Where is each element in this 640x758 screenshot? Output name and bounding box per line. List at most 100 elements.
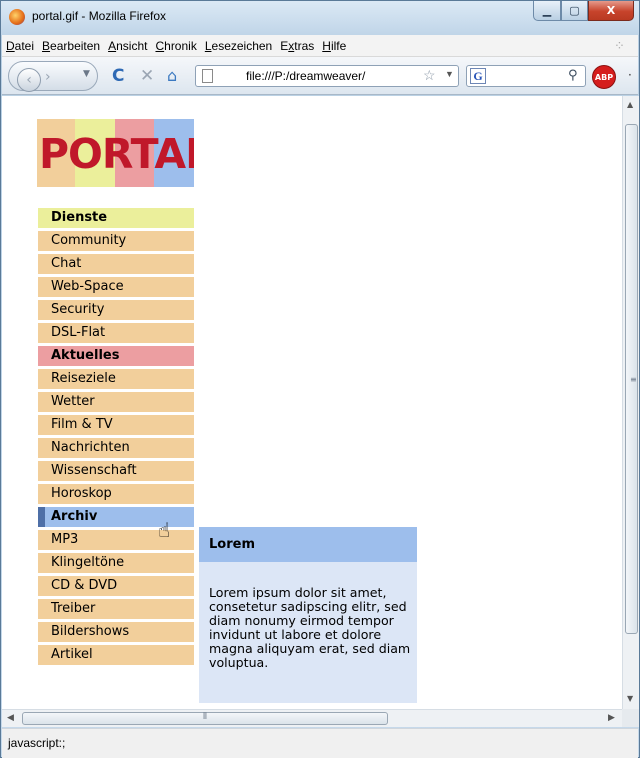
back-forward-group: ‹ › ▼ (8, 61, 98, 92)
status-bar: javascript:; (2, 728, 638, 758)
menu-label: Nachrichten (51, 440, 130, 455)
maximize-button[interactable]: ▢ (561, 1, 588, 21)
url-bar[interactable]: file:///P:/dreamweaver/ ☆ ▼ (195, 65, 459, 87)
menu-link[interactable]: DSL-Flat (38, 323, 194, 343)
menu-label: Community (51, 233, 127, 248)
search-bar[interactable]: G ⚲ (466, 65, 586, 87)
menu-item-text: ilfe (330, 38, 347, 53)
scroll-right-icon[interactable]: ▶ (608, 713, 615, 723)
scroll-up-icon[interactable]: ▲ (627, 100, 633, 109)
history-dropdown-icon[interactable]: ▼ (83, 69, 90, 79)
menu-link[interactable]: Treiber (38, 599, 194, 619)
vertical-scroll-thumb[interactable]: ≡ (625, 124, 638, 634)
close-button[interactable]: X (588, 1, 634, 21)
menu-link[interactable]: Web-Space (38, 277, 194, 297)
menu-item-text: atei (14, 38, 35, 53)
browser-window: portal.gif - Mozilla Firefox ▁ ▢ X Datei… (0, 0, 640, 758)
menu-item-accel: C (155, 38, 165, 53)
menu-item[interactable]: Extras (280, 39, 314, 53)
adblock-plus-button[interactable]: ABP (592, 65, 616, 89)
logo-text: PORTAL (39, 130, 194, 178)
menu-link[interactable]: Chat (38, 254, 194, 274)
menu-link[interactable]: Klingeltöne (38, 553, 194, 573)
status-text: javascript:; (8, 736, 66, 750)
menu-link[interactable]: Artikel (38, 645, 194, 665)
menu-label: MP3 (51, 532, 79, 547)
menu-label: Artikel (51, 647, 93, 662)
menu-category[interactable]: Archiv (38, 507, 194, 527)
lorem-title: Lorem (199, 527, 417, 562)
menu-link[interactable]: Bildershows (38, 622, 194, 642)
menu-label: Chat (51, 256, 82, 271)
menu-bar: Datei Bearbeiten Ansicht Chronik Lesezeichen… (2, 35, 638, 57)
menu-item-accel: L (204, 38, 212, 53)
menu-item[interactable]: Datei (6, 39, 34, 53)
menu-item-accel: D (6, 38, 15, 53)
menu-item-accel: B (42, 38, 51, 53)
scroll-down-icon[interactable]: ▼ (627, 694, 633, 703)
portal-menu: Dienste Community Chat Web-Space Security DSL… (38, 208, 194, 668)
menu-item-text: nsicht (116, 38, 148, 53)
menu-label: Wetter (51, 394, 95, 409)
back-button[interactable]: ‹ (17, 68, 41, 92)
hand-cursor-icon: ☝ (158, 518, 171, 542)
bookmark-star-icon[interactable]: ☆ (423, 67, 436, 84)
menu-label: Wissenschaft (51, 463, 137, 478)
menu-link[interactable]: CD & DVD (38, 576, 194, 596)
menu-link[interactable]: Wetter (38, 392, 194, 412)
menu-item-text: esezeichen (211, 38, 273, 53)
page-viewport: PORTAL Dienste Community Chat Web-Space Secu… (2, 96, 622, 709)
menu-link[interactable]: Community (38, 231, 194, 251)
menu-label: Bildershows (51, 624, 130, 639)
menu-label: Film & TV (51, 417, 113, 432)
portal-logo: PORTAL (37, 119, 194, 187)
page-icon (202, 69, 213, 83)
search-go-icon[interactable]: ⚲ (568, 68, 578, 83)
menu-link[interactable]: Nachrichten (38, 438, 194, 458)
menu-link[interactable]: Reiseziele (38, 369, 194, 389)
menu-link[interactable]: Security (38, 300, 194, 320)
menu-label: Dienste (51, 210, 108, 225)
menu-item[interactable]: Lesezeichen (205, 39, 272, 53)
menu-label: Treiber (51, 601, 96, 616)
menu-label: Web-Space (51, 279, 124, 294)
menu-label: DSL-Flat (51, 325, 106, 340)
menu-item[interactable]: Bearbeiten (42, 39, 100, 53)
menu-item-text: tras (294, 38, 315, 53)
menu-link[interactable]: Film & TV (38, 415, 194, 435)
menu-category[interactable]: Dienste (38, 208, 194, 228)
menu-item-accel: H (322, 38, 331, 53)
throbber-icon: ⁘ (614, 38, 625, 53)
forward-button[interactable]: › (45, 69, 51, 85)
menu-item[interactable]: Ansicht (108, 39, 147, 53)
vertical-scrollbar[interactable]: ▲ ≡ ▼ (622, 96, 639, 709)
menu-label: Reiseziele (51, 371, 116, 386)
reload-button[interactable]: C (112, 66, 124, 86)
home-button[interactable]: ⌂ (167, 66, 177, 85)
stop-button[interactable]: ✕ (140, 66, 154, 86)
lorem-popup: Lorem Lorem ipsum dolor sit amet, conset… (199, 527, 417, 703)
menu-item-text: hronik (164, 38, 197, 53)
minimize-button[interactable]: ▁ (533, 1, 561, 21)
active-indicator (38, 507, 45, 527)
horizontal-scroll-thumb[interactable]: ⦀ (22, 712, 388, 725)
toolbar-overflow-icon[interactable]: · (628, 68, 632, 82)
url-text[interactable]: file:///P:/dreamweaver/ (246, 69, 365, 83)
title-bar: portal.gif - Mozilla Firefox ▁ ▢ X (1, 1, 639, 35)
menu-category[interactable]: Aktuelles (38, 346, 194, 366)
window-title: portal.gif - Mozilla Firefox (32, 9, 167, 23)
url-dropdown-icon[interactable]: ▼ (445, 69, 454, 79)
menu-link[interactable]: Horoskop (38, 484, 194, 504)
menu-link[interactable]: MP3 (38, 530, 194, 550)
menu-item[interactable]: Chronik (155, 39, 196, 53)
search-engine-icon[interactable]: G (470, 68, 486, 84)
grip-icon: ⦀ (203, 712, 207, 722)
menu-label: Horoskop (51, 486, 112, 501)
menu-link[interactable]: Wissenschaft (38, 461, 194, 481)
menu-item[interactable]: Hilfe (322, 39, 346, 53)
grip-icon: ≡ (630, 375, 637, 384)
scroll-corner (622, 709, 639, 727)
menu-item-accel: A (108, 38, 117, 53)
horizontal-scrollbar[interactable]: ◀ ⦀ ▶ (2, 709, 622, 727)
scroll-left-icon[interactable]: ◀ (7, 713, 14, 723)
